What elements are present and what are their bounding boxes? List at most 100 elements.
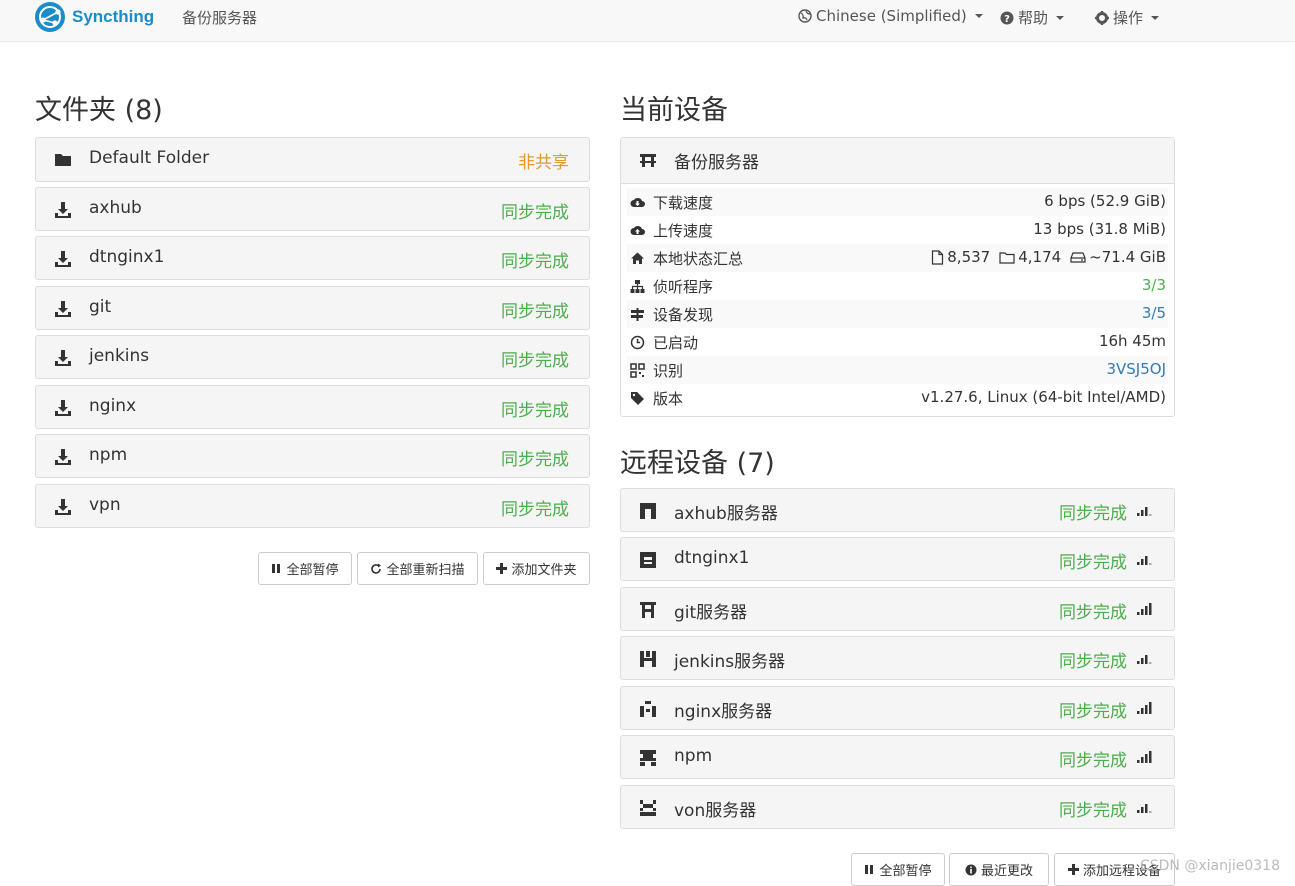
listeners-row: 侦听程序 3/3	[627, 272, 1168, 300]
remote-device-row-jenkins[interactable]: jenkins服务器 同步完成	[620, 636, 1175, 680]
signal-bars-icon	[1137, 751, 1152, 763]
local-state-row: 本地状态汇总 8,537 4,174 ~71.4 GiB	[627, 244, 1168, 272]
signpost-icon	[631, 308, 644, 321]
language-label: Chinese (Simplified)	[816, 7, 967, 25]
file-icon	[932, 249, 944, 265]
this-device-name: 备份服务器	[674, 153, 759, 173]
pause-icon	[865, 865, 874, 874]
plus-icon	[496, 563, 508, 574]
remote-device-name: von服务器	[674, 801, 757, 821]
remote-device-name: dtnginx1	[674, 548, 750, 568]
info-circle-icon	[965, 864, 977, 875]
watermark-text: CSDN @xianjie0318	[1139, 858, 1280, 874]
syncthing-logo-icon	[35, 2, 65, 32]
device-identicon-icon	[640, 154, 656, 167]
this-device-info-table: 下载速度 6 bps (52.9 GiB) 上传速度 13 bps (31.8 …	[627, 188, 1168, 412]
remote-device-name: axhub服务器	[674, 504, 778, 524]
download-rate-row: 下载速度 6 bps (52.9 GiB)	[627, 188, 1168, 216]
identification-value[interactable]: 3VSJ5OJ	[1106, 360, 1166, 378]
local-files-count: 8,537	[947, 248, 991, 266]
folder-name: nginx	[89, 396, 137, 416]
folder-status: 同步完成	[501, 401, 569, 421]
folder-status: 同步完成	[501, 252, 569, 272]
help-menu[interactable]: ? 帮助	[1000, 7, 1065, 28]
remote-device-status: 同步完成	[1059, 702, 1127, 722]
folder-name: git	[89, 297, 112, 317]
listeners-label: 侦听程序	[653, 278, 714, 296]
this-device-heading: 当前设备	[620, 95, 728, 126]
discovery-value[interactable]: 3/5	[1142, 304, 1166, 322]
this-device-header[interactable]: 备份服务器	[621, 138, 1174, 184]
hdd-icon	[1070, 252, 1086, 263]
actions-menu[interactable]: 操作	[1095, 7, 1160, 28]
remote-device-row-git[interactable]: git服务器 同步完成	[620, 587, 1175, 631]
folder-row-default-folder[interactable]: Default Folder 非共享	[35, 137, 590, 182]
folder-icon	[55, 154, 71, 166]
folder-row-jenkins[interactable]: jenkins 同步完成	[35, 335, 590, 379]
tag-icon	[631, 392, 644, 405]
remote-device-name: npm	[674, 746, 713, 766]
rescan-all-button[interactable]: 全部重新扫描	[357, 552, 478, 585]
version-label: 版本	[653, 390, 684, 408]
remote-device-row-axhub[interactable]: axhub服务器 同步完成	[620, 488, 1175, 532]
upload-rate-label: 上传速度	[653, 222, 714, 240]
folder-status: 同步完成	[501, 500, 569, 520]
download-icon	[55, 499, 71, 515]
folder-row-git[interactable]: git 同步完成	[35, 286, 590, 330]
folder-name: axhub	[89, 198, 142, 218]
folder-row-vpn[interactable]: vpn 同步完成	[35, 484, 590, 528]
pause-all-folders-button[interactable]: 全部暂停	[258, 552, 352, 585]
clock-icon	[630, 335, 645, 350]
button-label: 添加文件夹	[511, 563, 577, 578]
remote-device-row-dtnginx1[interactable]: dtnginx1 同步完成	[620, 537, 1175, 581]
identification-row: 识别 3VSJ5OJ	[627, 356, 1168, 384]
folder-name: jenkins	[89, 346, 150, 366]
cloud-download-icon	[630, 197, 645, 207]
device-identicon-icon	[640, 750, 656, 766]
identification-label: 识别	[653, 362, 684, 380]
signal-bars-icon	[1137, 507, 1152, 516]
chevron-down-icon	[1151, 15, 1160, 20]
actions-label: 操作	[1113, 9, 1144, 27]
listeners-value[interactable]: 3/3	[1142, 276, 1166, 294]
button-label: 全部重新扫描	[386, 563, 465, 578]
remote-device-row-nginx[interactable]: nginx服务器 同步完成	[620, 686, 1175, 730]
plus-icon	[1067, 864, 1079, 875]
folder-status: 同步完成	[501, 302, 569, 322]
brand-logo[interactable]: Syncthing	[34, 1, 154, 33]
remote-device-row-npm[interactable]: npm 同步完成	[620, 735, 1175, 779]
signal-bars-icon	[1137, 702, 1152, 714]
local-state-value: 8,537 4,174 ~71.4 GiB	[931, 248, 1166, 266]
download-rate-value: 6 bps (52.9 GiB)	[1044, 192, 1166, 210]
brand-name: Syncthing	[72, 7, 155, 26]
add-folder-button[interactable]: 添加文件夹	[483, 552, 590, 585]
gear-icon	[1095, 10, 1109, 25]
remote-device-row-von[interactable]: von服务器 同步完成	[620, 785, 1175, 829]
folder-row-npm[interactable]: npm 同步完成	[35, 434, 590, 478]
remote-device-status: 同步完成	[1059, 504, 1127, 524]
language-menu[interactable]: Chinese (Simplified)	[798, 7, 983, 25]
folder-row-axhub[interactable]: axhub 同步完成	[35, 187, 590, 231]
help-label: 帮助	[1018, 9, 1049, 27]
signal-bars-icon	[1137, 655, 1152, 664]
uptime-row: 已启动 16h 45m	[627, 328, 1168, 356]
remote-device-name: jenkins服务器	[674, 652, 786, 672]
uptime-label: 已启动	[653, 334, 699, 352]
folder-status: 同步完成	[501, 351, 569, 371]
download-icon	[55, 301, 71, 317]
folder-row-nginx[interactable]: nginx 同步完成	[35, 385, 590, 429]
download-rate-label: 下载速度	[653, 194, 714, 212]
folder-row-dtnginx1[interactable]: dtnginx1 同步完成	[35, 236, 590, 280]
local-size: ~71.4 GiB	[1089, 248, 1166, 266]
signal-bars-icon	[1137, 556, 1152, 565]
signal-bars-icon	[1137, 804, 1152, 813]
device-identicon-icon	[640, 701, 656, 717]
pause-all-devices-button[interactable]: 全部暂停	[851, 853, 945, 886]
device-identicon-icon	[640, 602, 656, 618]
device-identicon-icon	[640, 800, 656, 816]
sitemap-icon	[630, 280, 645, 293]
folder-status: 非共享	[518, 153, 569, 173]
navbar: Syncthing 备份服务器 Chinese (Simplified) ? 帮…	[0, 0, 1295, 42]
recent-changes-button[interactable]: 最近更改	[949, 853, 1049, 886]
download-icon	[55, 400, 71, 416]
